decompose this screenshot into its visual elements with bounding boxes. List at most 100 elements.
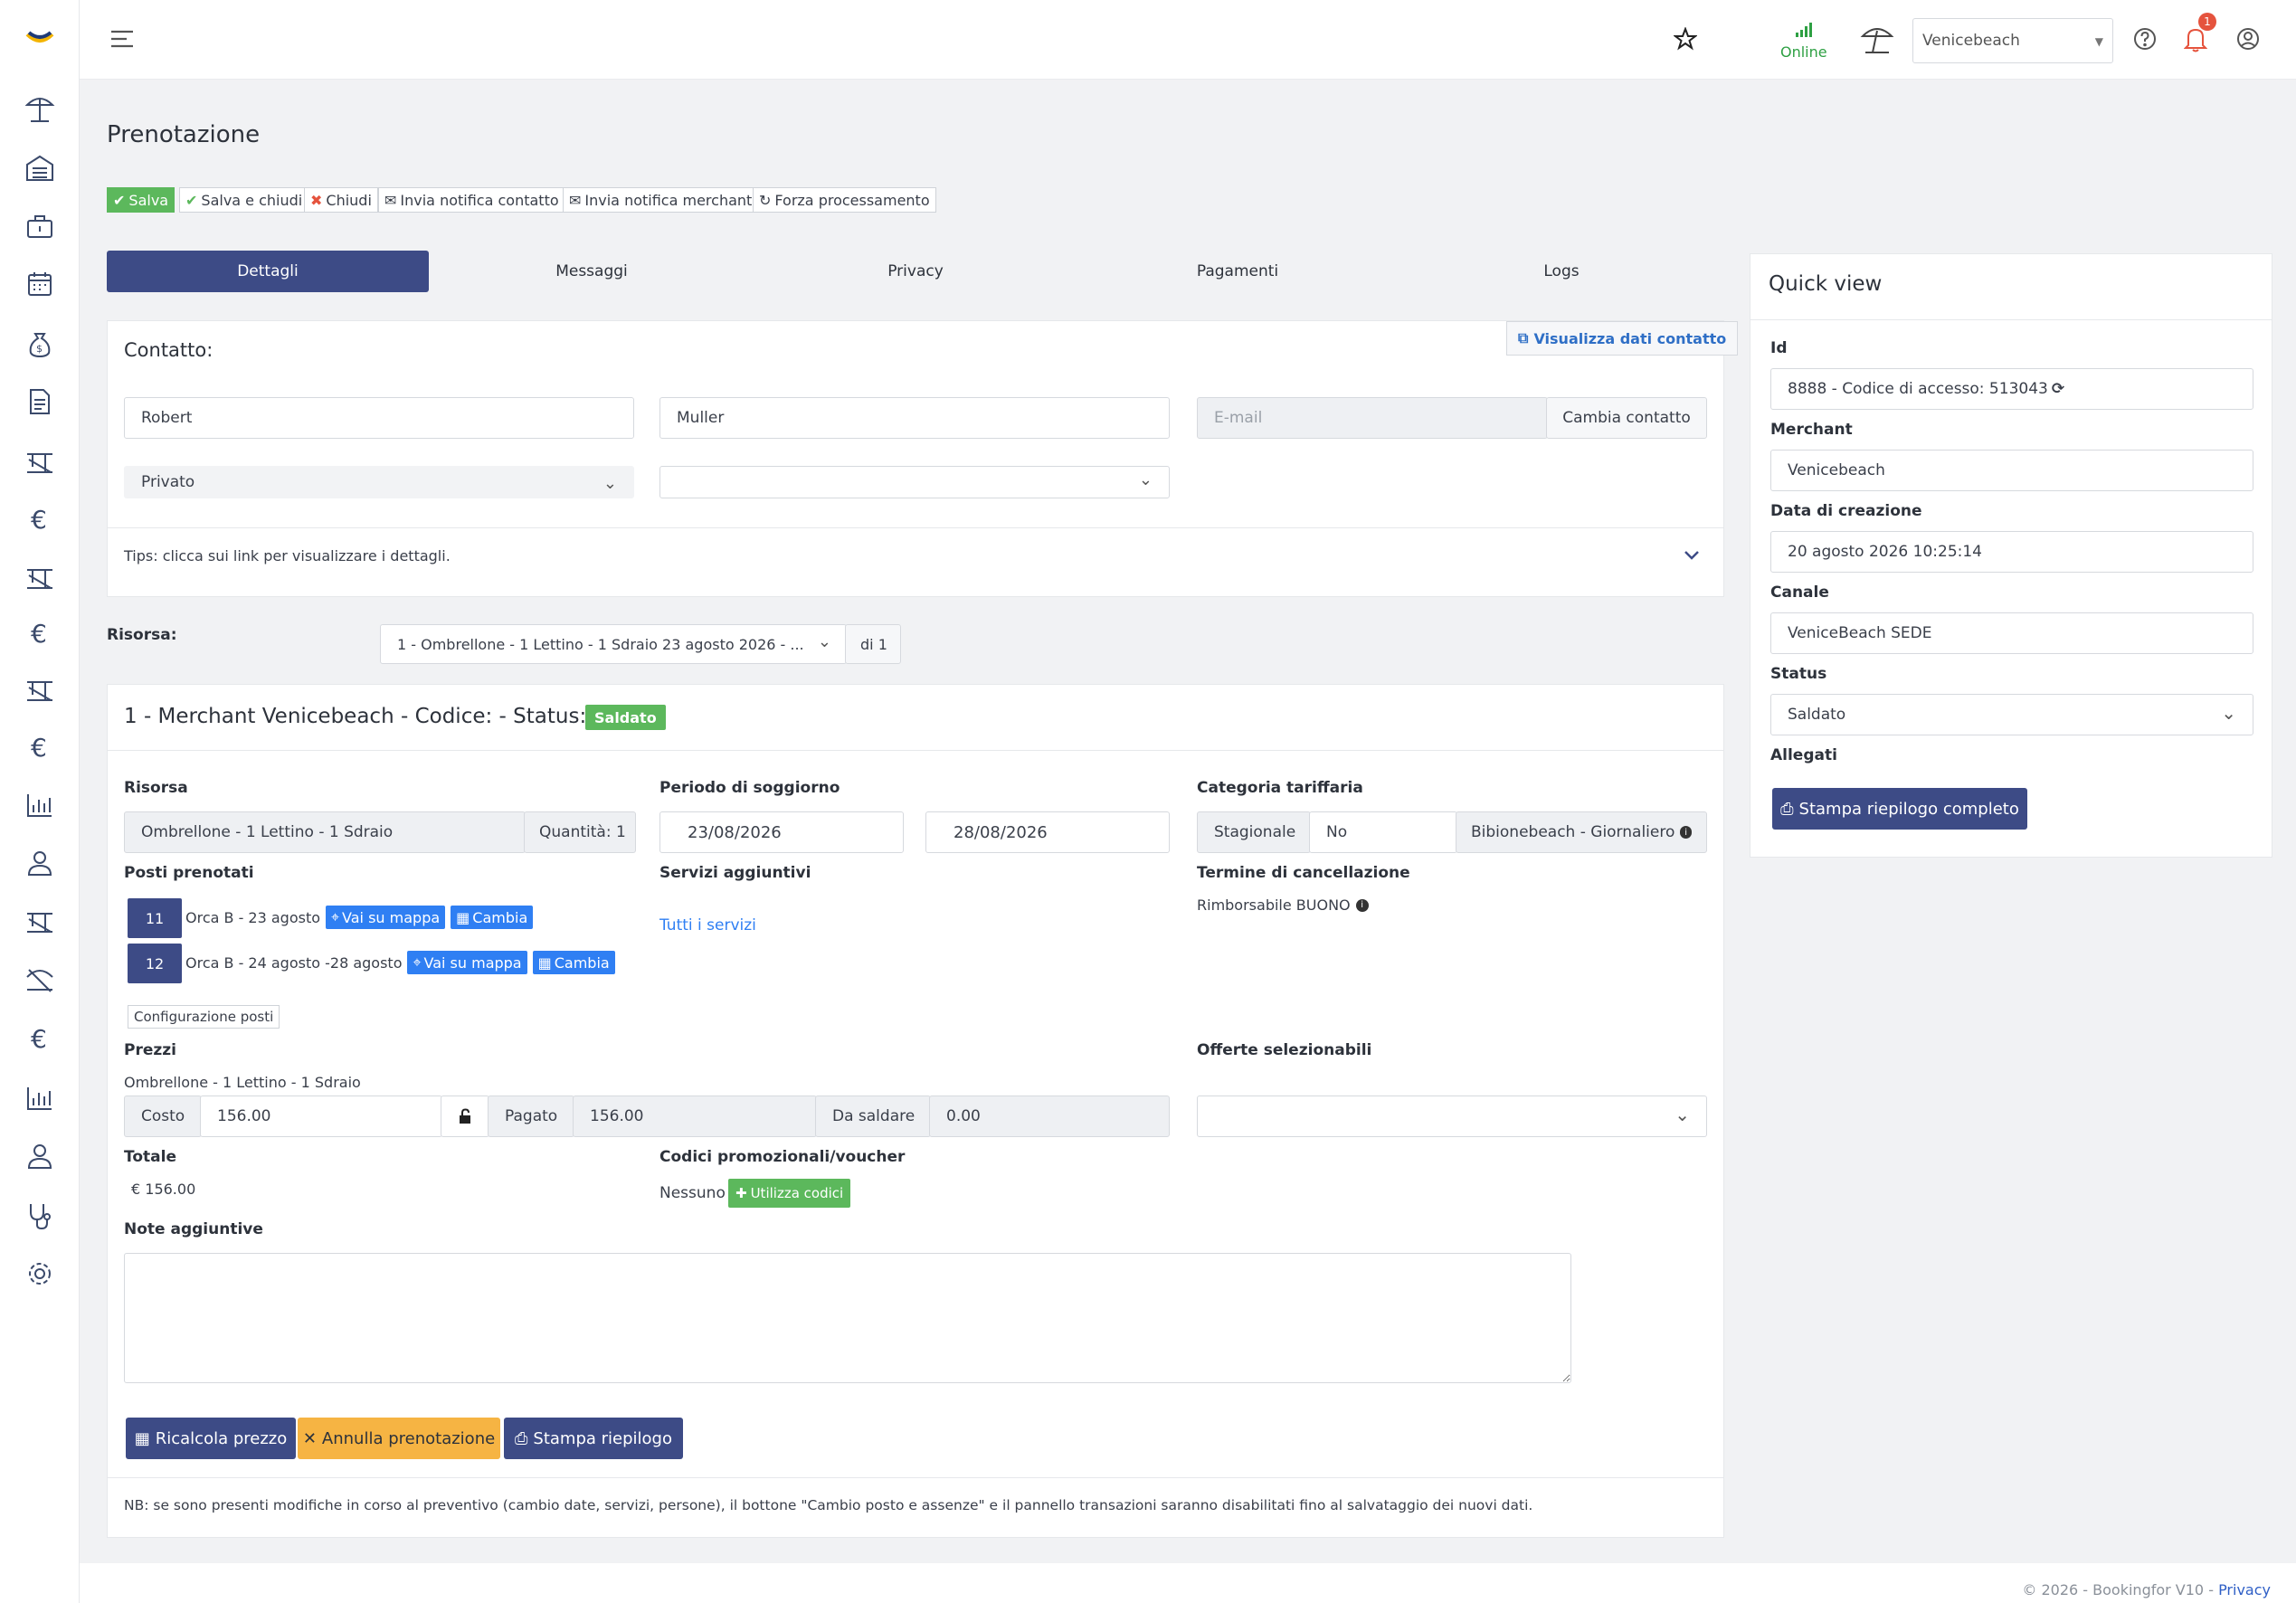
view-contact-link[interactable]: ⧉ Visualizza dati contatto [1506,321,1739,356]
date-to-field[interactable]: 28/08/2026 [925,811,1170,853]
total-value: € 156.00 [131,1181,196,1198]
logo-icon[interactable] [25,27,54,45]
seat-number[interactable]: 11 [128,898,182,938]
lock-toggle[interactable] [441,1096,489,1137]
first-name-field[interactable]: Robert [124,397,634,439]
notes-textarea[interactable] [124,1253,1571,1383]
save-close-button[interactable]: ✔ Salva e chiudi [179,187,309,213]
money-bag-icon[interactable]: $ [24,327,56,360]
paid-field: 156.00 [573,1096,817,1137]
svg-text:€: € [31,505,47,535]
gear-icon[interactable] [24,1257,56,1290]
euro-icon[interactable]: € [24,1022,56,1055]
umbrella-icon[interactable] [24,92,56,125]
sidebar: $ € € € € [0,0,80,1603]
chevron-down-icon: ⌄ [2221,702,2236,724]
divider [108,527,1723,528]
services-label: Servizi aggiuntivi [659,864,811,882]
x-icon: ✕ [302,1428,317,1448]
chevron-down-icon: ⌄ [1675,1104,1690,1125]
category-no: No [1309,811,1457,853]
use-codes-button[interactable]: ✚ Utilizza codici [728,1179,851,1208]
merchant-select-value: Venicebeach [1922,32,2020,50]
map-pin-icon: ⌖ [331,908,340,925]
beach-off-icon[interactable] [24,963,56,995]
beach-crossed-icon[interactable] [24,905,56,937]
chevron-down-icon: ⌄ [817,632,831,651]
seat-number[interactable]: 12 [128,944,182,983]
change-label: Cambia [472,908,528,926]
briefcase-icon[interactable] [24,210,56,242]
map-button[interactable]: ⌖ Vai su mappa [407,951,527,974]
id-value: 8888 - Codice di accesso: 513043 [1788,380,2048,398]
change-seat-button[interactable]: ▦ Cambia [451,906,534,929]
info-icon[interactable]: i [1680,826,1692,839]
stethoscope-icon[interactable] [24,1200,56,1232]
cost-label: Costo [124,1096,202,1137]
user-icon[interactable] [24,847,56,879]
services-link[interactable]: Tutti i servizi [659,916,756,934]
save-close-label: Salva e chiudi [201,191,303,209]
print-summary-button[interactable]: ⎙ Stampa riepilogo [504,1418,683,1459]
merchant-select[interactable]: Venicebeach ▼ [1912,18,2113,63]
cost-field[interactable]: 156.00 [200,1096,442,1137]
notify-merchant-label: Invia notifica merchant [584,191,753,209]
beach-crossed-icon[interactable] [24,673,56,706]
tab-dettagli[interactable]: Dettagli [107,251,429,292]
beach-crossed-icon[interactable] [24,445,56,478]
save-button[interactable]: ✔ Salva [107,187,176,213]
user-icon[interactable] [24,1140,56,1172]
recalc-price-button[interactable]: ▦ Ricalcola prezzo [126,1418,296,1459]
help-icon[interactable] [2133,27,2157,51]
euro-icon[interactable]: € [24,503,56,536]
page-title: Prenotazione [107,121,261,148]
resource-label: Risorsa [124,779,188,797]
privacy-link[interactable]: Privacy [2218,1581,2271,1598]
euro-icon[interactable]: € [24,617,56,650]
cancellation-value: Rimborsabile BUONO i [1197,896,1369,914]
change-contact-button[interactable]: Cambia contatto [1546,397,1707,439]
config-seats-button[interactable]: Configurazione posti [128,1005,280,1029]
seats-label: Posti prenotati [124,864,254,882]
star-icon[interactable] [1674,27,1697,51]
tab-privacy[interactable]: Privacy [754,251,1077,292]
notify-contact-button[interactable]: ✉ Invia notifica contatto [378,187,565,213]
tab-pagamenti[interactable]: Pagamenti [1077,251,1399,292]
bar-chart-icon[interactable] [24,789,56,821]
resource-selector[interactable]: 1 - Ombrellone - 1 Lettino - 1 Sdraio 23… [380,624,847,664]
last-name-field[interactable]: Muller [659,397,1170,439]
euro-icon[interactable]: € [24,731,56,764]
beach-crossed-icon[interactable] [24,561,56,593]
beach-umbrella-icon[interactable] [1860,24,1894,54]
warehouse-icon[interactable] [24,152,56,185]
hamburger-menu-icon[interactable] [110,29,134,49]
refresh-icon[interactable]: ⟳ [2052,380,2064,398]
email-field[interactable]: E-mail [1197,397,1548,439]
collapse-chevron-icon[interactable] [1684,549,1700,562]
date-from-field[interactable]: 23/08/2026 [659,811,904,853]
status-select[interactable]: Saldato ⌄ [1770,694,2253,735]
user-avatar-icon[interactable] [2236,27,2260,51]
notification-badge: 1 [2198,13,2216,31]
calendar-icon[interactable] [24,268,56,300]
info-icon[interactable]: i [1355,898,1369,912]
map-button[interactable]: ⌖ Vai su mappa [326,906,446,929]
bar-chart-icon[interactable] [24,1082,56,1115]
svg-text:€: € [31,1024,47,1054]
offers-select[interactable]: ⌄ [1197,1096,1707,1137]
plus-icon: ✚ [735,1185,747,1201]
print-full-summary-button[interactable]: ⎙ Stampa riepilogo completo [1772,788,2027,830]
change-seat-button[interactable]: ▦ Cambia [532,951,615,974]
offers-label: Offerte selezionabili [1197,1041,1372,1059]
notify-merchant-button[interactable]: ✉ Invia notifica merchant [563,187,759,213]
svg-text:€: € [31,619,47,649]
tab-messaggi[interactable]: Messaggi [431,251,753,292]
channel-field: VeniceBeach SEDE [1770,612,2253,654]
force-process-button[interactable]: ↻ Forza processamento [753,187,936,213]
close-button[interactable]: ✖ Chiudi [304,187,378,213]
secondary-select[interactable]: ⌄ [659,466,1170,498]
tab-logs[interactable]: Logs [1400,251,1722,292]
document-icon[interactable] [24,385,56,418]
contact-type-select[interactable]: Privato ⌄ [124,466,634,498]
cancel-booking-button[interactable]: ✕ Annulla prenotazione [298,1418,500,1459]
